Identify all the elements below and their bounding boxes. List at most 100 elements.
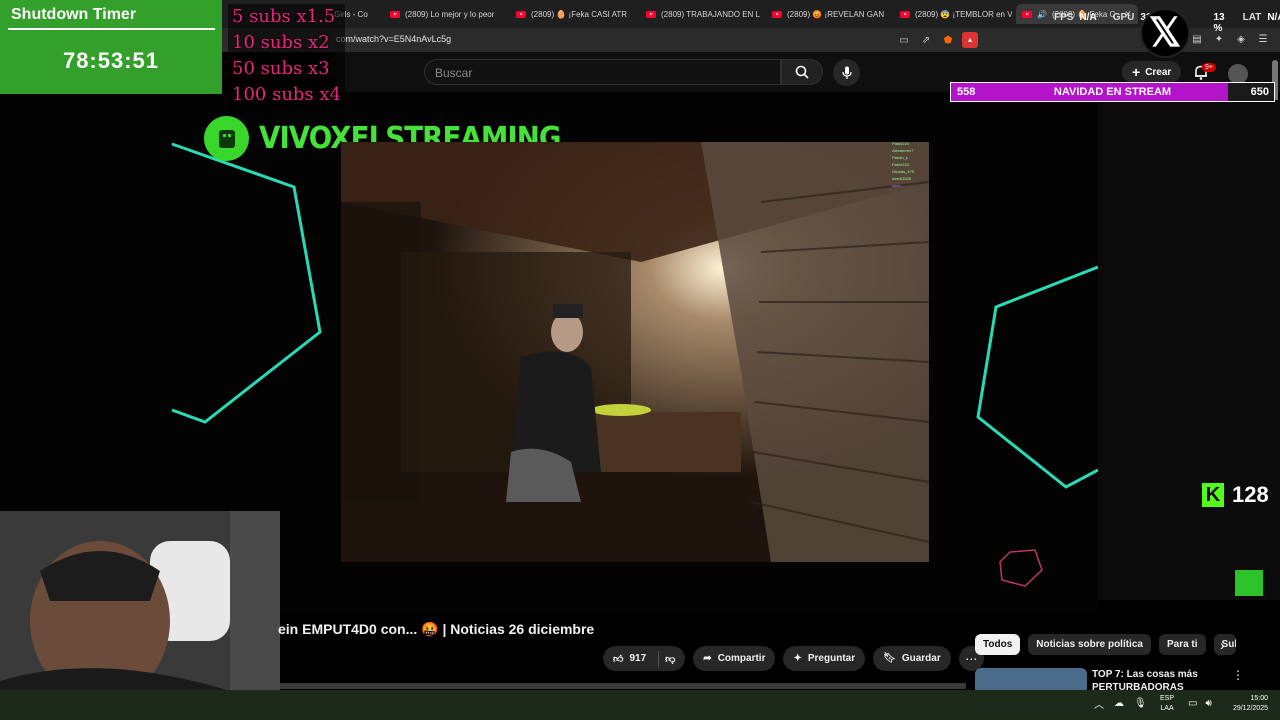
address-bar-actions: ▭ ⇗ ⬟ ▲ xyxy=(896,32,978,48)
kebab-menu-icon[interactable]: ⋮ xyxy=(1232,668,1244,682)
tab-label: (2809) TRABAJANDO EN L xyxy=(661,9,760,19)
goal-title: NAVIDAD EN STREAM xyxy=(1053,86,1172,98)
volume-icon[interactable]: 🔊︎ xyxy=(1205,698,1211,709)
chat-user: Pandu_k xyxy=(892,155,908,160)
subs-multiplier: 50 subs x3 xyxy=(232,58,330,79)
account-avatar[interactable] xyxy=(1228,64,1248,84)
shutdown-timer: Shutdown Timer 78:53:51 xyxy=(0,0,222,94)
share-button[interactable]: ➦ Compartir xyxy=(693,646,776,671)
brave-shield-icon[interactable]: ⬟ xyxy=(940,32,956,48)
timer-value: 78:53:51 xyxy=(62,48,160,73)
subs-multiplier-list: 5 subs x1.5 10 subs x2 50 subs x3 100 su… xyxy=(228,4,345,108)
bookmark-icon: 🔖︎ xyxy=(883,653,896,664)
subs-multiplier: 5 subs x1.5 xyxy=(232,6,336,27)
save-label: Guardar xyxy=(901,653,941,664)
chevron-up-icon[interactable]: ︿ xyxy=(1094,696,1104,711)
tab-label: (2809) 😡 ¡REVELAN GAN xyxy=(787,9,885,19)
like-button[interactable]: 👍︎ 917 👎︎ xyxy=(603,646,686,671)
chevron-right-icon[interactable]: › xyxy=(1220,637,1225,653)
cpu-value: 13 % xyxy=(1213,12,1225,34)
lang-line2: LAA xyxy=(1160,705,1174,712)
sparkle-icon: ✦ xyxy=(793,653,802,664)
kick-logo-icon: K xyxy=(1202,483,1224,507)
youtube-icon xyxy=(390,10,400,18)
clock-time: 15:00 xyxy=(1250,695,1268,702)
notifications-badge: 9+ xyxy=(1202,63,1216,72)
tab-label: (2809) Lo mejor y lo peor xyxy=(405,9,495,19)
screen-cast-icon[interactable]: ▭ xyxy=(896,32,912,48)
subscriber-goal-bar: NAVIDAD EN STREAM 558 650 xyxy=(950,82,1275,102)
goal-target: 650 xyxy=(1250,86,1269,98)
recommendation-chips: Todos Noticias sobre política Para ti Su… xyxy=(975,634,1236,655)
system-tray: ︿ ☁ 🎙︎ xyxy=(1094,696,1147,711)
browser-tab[interactable]: (2809) 🥚 ¡Feka CASI ATR xyxy=(510,4,634,24)
language-indicator[interactable]: ESP LAA xyxy=(1160,694,1174,714)
ask-button[interactable]: ✦ Preguntar xyxy=(783,646,866,671)
thumbs-down-icon[interactable]: 👎︎ xyxy=(665,653,675,665)
kick-viewer-count: K 128 xyxy=(1202,482,1269,508)
like-count: 917 xyxy=(629,653,647,664)
display-icon[interactable]: ▭ xyxy=(1188,698,1197,709)
clock-date: 29/12/2025 xyxy=(1232,705,1268,712)
youtube-icon xyxy=(516,10,526,18)
create-label: Crear xyxy=(1145,66,1172,78)
chat-user: suan... xyxy=(892,183,905,188)
youtube-icon xyxy=(772,10,782,18)
tab-label: (2809) 🥚 ¡Feka CASI ATR xyxy=(531,9,628,19)
youtube-icon xyxy=(1022,10,1032,18)
subs-multiplier: 10 subs x2 xyxy=(232,32,330,53)
youtube-icon xyxy=(646,10,656,18)
video-title: ein EMPUT4D0 con... 🤬 | Noticias 26 dici… xyxy=(278,621,595,637)
goal-current: 558 xyxy=(957,86,976,98)
share-arrow-icon: ➦ xyxy=(703,653,712,664)
youtube-icon xyxy=(900,10,910,18)
browser-tab[interactable]: (2809) 😡 ¡REVELAN GAN xyxy=(766,4,890,24)
system-tray-right: ▭ 🔊︎ xyxy=(1188,698,1212,709)
share-icon[interactable]: ⇗ xyxy=(918,32,934,48)
ai-icon[interactable]: ✦ xyxy=(1212,32,1226,46)
chip-all[interactable]: Todos xyxy=(975,634,1021,655)
cloud-icon[interactable]: ☁ xyxy=(1114,698,1124,709)
webcam-overlay xyxy=(0,511,280,720)
chip-for-you[interactable]: Para ti xyxy=(1158,634,1206,655)
voice-search-button[interactable] xyxy=(833,59,860,86)
address-bar-url[interactable]: com/watch?v=E5N4nAvLc5g xyxy=(336,34,451,44)
browser-tab[interactable]: (2809) Lo mejor y lo peor xyxy=(384,4,504,24)
browser-tab[interactable]: (2809) 😨 ¡TEMBLOR en V xyxy=(894,4,1012,24)
save-button[interactable]: 🔖︎ Guardar xyxy=(873,646,951,671)
browser-tab[interactable]: (2809) TRABAJANDO EN L xyxy=(640,4,760,24)
video-actions: 👍︎ 917 👎︎ ➦ Compartir ✦ Preguntar 🔖︎ Gua… xyxy=(603,646,984,671)
taskbar-clock[interactable]: 15:00 29/12/2025 xyxy=(1228,694,1268,714)
kick-viewers: 128 xyxy=(1232,482,1269,507)
fps-value: N/A xyxy=(1079,12,1097,23)
channel-logo-icon xyxy=(204,116,249,161)
webcam-feed xyxy=(0,511,280,720)
vpn-icon[interactable]: ◈ xyxy=(1234,32,1248,46)
chat-user: Pablo224 xyxy=(892,162,909,167)
video-player[interactable] xyxy=(341,142,929,562)
chat-user: Alexanmer7 xyxy=(892,148,914,153)
lang-line1: ESP xyxy=(1160,695,1175,702)
chat-overlay: Pablo224 Alexanmer7 Pandu_k Pablo224 Nic… xyxy=(892,140,932,189)
stream-right-panel xyxy=(1098,100,1280,600)
rewards-icon[interactable]: ▲ xyxy=(962,32,978,48)
plus-icon: + xyxy=(1132,64,1141,80)
chip-politics[interactable]: Noticias sobre política xyxy=(1028,634,1151,655)
divider xyxy=(658,650,660,667)
thumbs-up-icon: 👍︎ xyxy=(613,653,624,665)
menu-icon[interactable]: ☰ xyxy=(1256,32,1270,46)
gpu-label: GPU xyxy=(1112,12,1135,23)
share-label: Compartir xyxy=(717,653,766,664)
description-strip xyxy=(280,683,966,689)
sidebar-icon[interactable]: ▤ xyxy=(1190,32,1204,46)
subs-multiplier: 100 subs x4 xyxy=(232,84,341,105)
recommendation-title[interactable]: TOP 7: Las cosas más PERTURBADORAS jamás xyxy=(1092,668,1212,692)
microphone-tray-icon[interactable]: 🎙︎ xyxy=(1134,698,1147,709)
search-icon xyxy=(795,65,809,79)
ask-label: Preguntar xyxy=(807,653,856,664)
search-button[interactable] xyxy=(781,59,823,85)
search-input[interactable]: Buscar xyxy=(424,59,781,85)
tab-label: (2809) 😨 ¡TEMBLOR en V xyxy=(915,9,1012,19)
create-button[interactable]: + Crear xyxy=(1122,61,1182,83)
speaker-icon: 🔊 xyxy=(1037,9,1047,19)
